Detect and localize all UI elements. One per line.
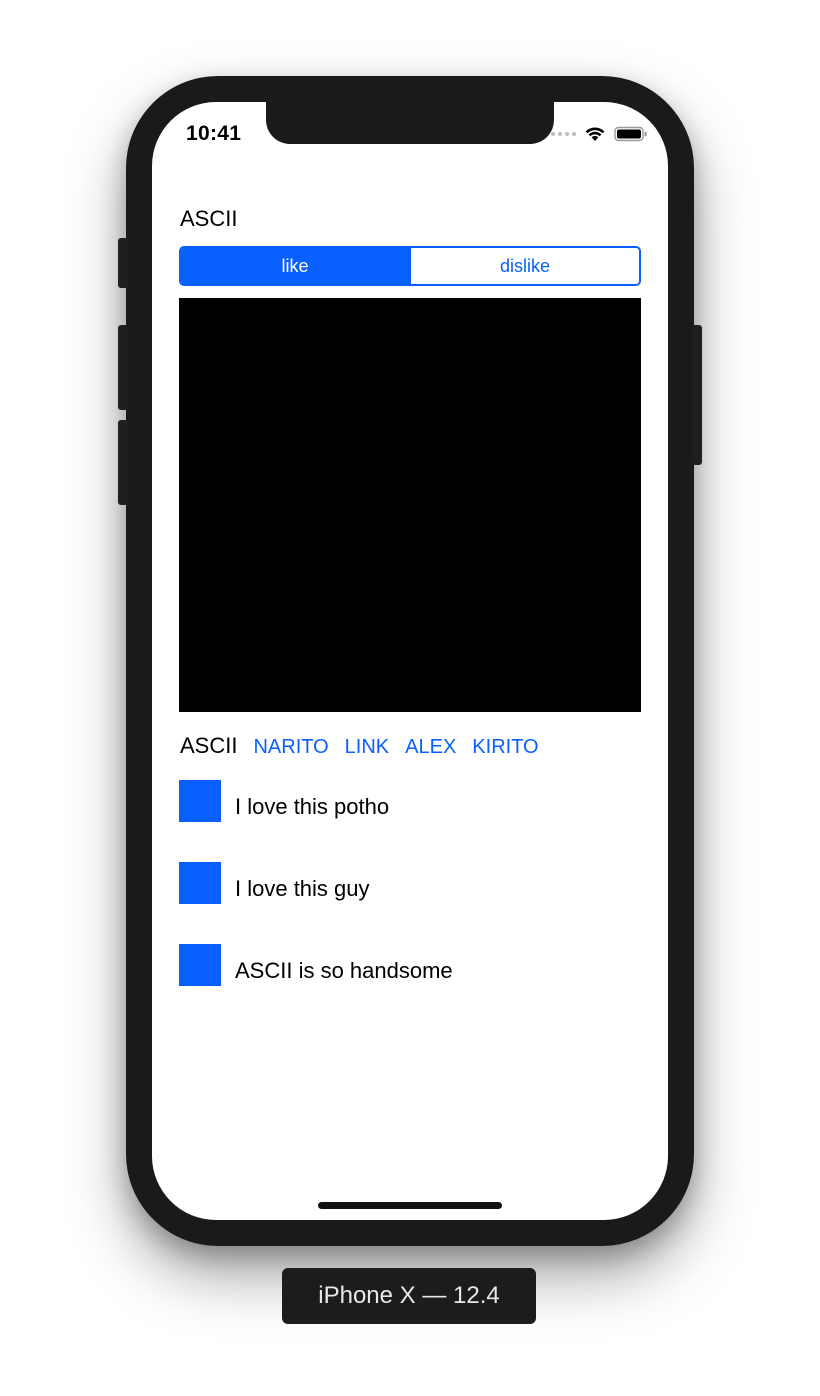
comment-row: I love this guy bbox=[179, 862, 370, 904]
mute-switch bbox=[118, 238, 128, 288]
photo-image-view bbox=[179, 298, 641, 712]
comment-text: I love this potho bbox=[235, 794, 390, 819]
comment-avatar bbox=[179, 944, 221, 986]
notch bbox=[266, 102, 554, 144]
name-link-alex[interactable]: ALEX bbox=[405, 736, 456, 759]
comment-text: ASCII is so handsome bbox=[235, 958, 453, 983]
wifi-icon bbox=[584, 126, 606, 142]
device-screen: 10:41 ASCII like dislike ASCII NARITO LI… bbox=[152, 102, 668, 1220]
status-time: 10:41 bbox=[186, 122, 242, 145]
page-title: ASCII bbox=[180, 206, 238, 231]
comment-row: I love this potho bbox=[179, 780, 389, 822]
segment-dislike[interactable]: dislike bbox=[409, 248, 639, 284]
name-row: ASCII NARITO LINK ALEX KIRITO bbox=[180, 733, 539, 759]
status-icons bbox=[551, 126, 648, 142]
simulator-device-label: iPhone X — 12.4 bbox=[282, 1268, 536, 1324]
home-indicator[interactable] bbox=[318, 1202, 502, 1209]
name-label: ASCII bbox=[180, 733, 238, 758]
comment-row: ASCII is so handsome bbox=[179, 944, 453, 986]
name-link-narito[interactable]: NARITO bbox=[253, 736, 328, 759]
volume-down-button bbox=[118, 420, 128, 505]
name-link-link[interactable]: LINK bbox=[345, 736, 389, 759]
comment-text: I love this guy bbox=[235, 876, 370, 901]
battery-icon bbox=[614, 126, 648, 142]
comment-avatar bbox=[179, 862, 221, 904]
comment-avatar bbox=[179, 780, 221, 822]
power-button bbox=[692, 325, 702, 465]
cellular-signal-icon bbox=[551, 132, 576, 136]
segment-like[interactable]: like bbox=[181, 248, 409, 284]
like-dislike-segmented-control[interactable]: like dislike bbox=[179, 246, 641, 286]
name-link-kirito[interactable]: KIRITO bbox=[472, 736, 538, 759]
volume-up-button bbox=[118, 325, 128, 410]
